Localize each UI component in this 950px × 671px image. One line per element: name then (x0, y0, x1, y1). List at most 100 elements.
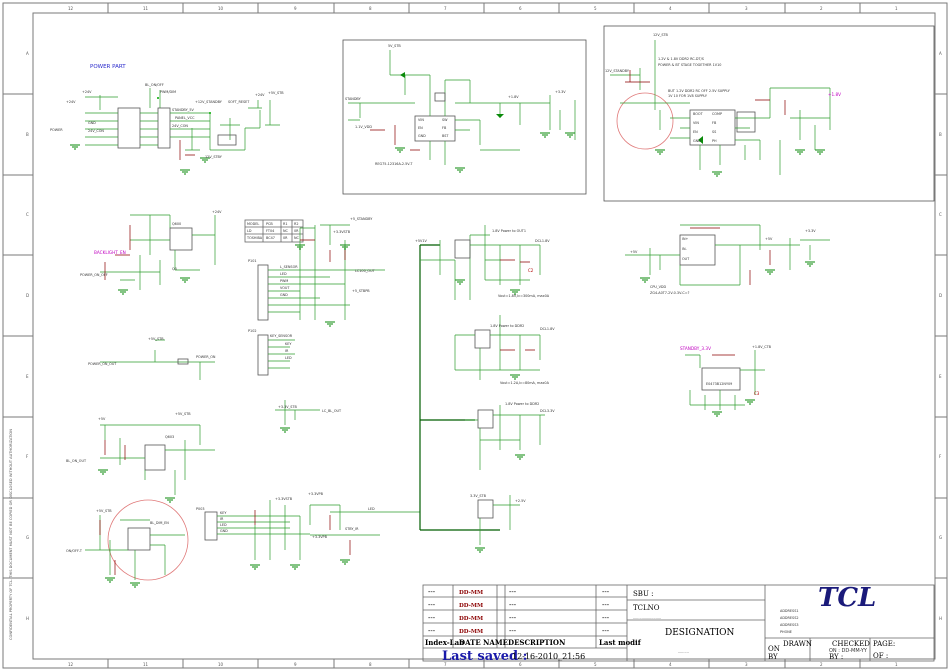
svg-text:+24V: +24V (82, 90, 92, 94)
schematic-sheet: { "sheet": { "power_part_label": "POWER … (0, 0, 950, 671)
svg-text:EN: EN (418, 126, 423, 130)
checked-by: BY : (829, 653, 843, 661)
ruler-label: D (939, 293, 942, 298)
tclno-dots: .......................... (633, 616, 661, 620)
svg-text:FB: FB (442, 126, 447, 130)
drawn-label: DRAWN (783, 640, 812, 648)
svg-text:KEY: KEY (220, 511, 227, 515)
title-block-fields: SBU : TCLNO .......................... D… (633, 583, 895, 661)
ruler-label: 4 (669, 662, 672, 667)
svg-text:GND: GND (693, 139, 701, 143)
regulator-labels: 5V_STB STANDBY VIN SW EN FB GND BST +1.8V +… (345, 44, 566, 166)
svg-text:SW: SW (442, 118, 448, 122)
ir-line: +3.3V_STB LC_BL_OUT (275, 400, 342, 433)
ruler-label: 12 (68, 6, 74, 11)
side-note: CONFIDENTIAL PROPERTY OF TCL. THIS DOCUM… (9, 429, 13, 640)
svg-text:COMP: COMP (712, 112, 722, 116)
rev-date: DD-MM (459, 616, 483, 622)
opamp-circuit: +5V +3.3V +5V CPU_VDD ZG4-A0T7-2V-0.3V-C… (625, 224, 830, 295)
ruler-label: E (26, 374, 29, 379)
ruler-label: 4 (669, 6, 672, 11)
svg-text:R2: R2 (294, 222, 299, 226)
header-mod: Last modif (599, 638, 642, 647)
svg-text:IN+: IN+ (682, 237, 689, 241)
svg-text:+24V: +24V (212, 210, 222, 214)
svg-text:POWER_ON: POWER_ON (196, 355, 216, 359)
svg-text:SS: SS (712, 130, 716, 134)
ruler-label: 11 (143, 6, 149, 11)
svg-text:+5V: +5V (98, 417, 106, 421)
svg-text:1V 10 FOR 1V8 SUPPLY: 1V 10 FOR 1V8 SUPPLY (668, 94, 708, 98)
svg-text:Q603: Q603 (165, 435, 174, 439)
header-name: NAME (483, 638, 508, 647)
ruler-label: A (26, 51, 29, 56)
svg-text:PWM/DIM: PWM/DIM (160, 90, 176, 94)
svg-text:STBY_IR: STBY_IR (345, 527, 359, 531)
svg-text:0R: 0R (283, 236, 288, 240)
backlight-switch-labels: BACKLIGHT_EN POWER_ON_OFF +24V Q3 Q600 (80, 210, 222, 277)
connector-p003: P003 +3.3VSTB +3.3VPB LED +3.3VPB STBY_I… (196, 492, 420, 570)
rev-index: --- (428, 614, 436, 622)
svg-text:24V_CON: 24V_CON (88, 129, 104, 133)
svg-text:1.1V_VDD: 1.1V_VDD (355, 125, 372, 129)
svg-text:C2: C2 (528, 268, 534, 273)
svg-text:Vout=1.2A,Ic=80mA, max0A: Vout=1.2A,Ic=80mA, max0A (500, 381, 550, 385)
ruler-label: 7 (444, 6, 447, 11)
rev-date: DD-MM (459, 603, 483, 609)
svg-text:PCB: PCB (266, 222, 273, 226)
svg-text:IR: IR (220, 517, 224, 521)
rev-mod: --- (602, 601, 610, 609)
standby-regulator: STANDBY_3.3V +1.8V_CTB E0473B12NY09 C3 (680, 345, 772, 417)
ruler-label: 9 (294, 6, 297, 11)
ldo-1: 1.8V Power to OUT1 DCL1.8V Vout=1.8V,Ic=… (454, 225, 550, 298)
inner-frame (32, 12, 936, 660)
rev-desc: --- (509, 614, 517, 622)
svg-text:EN: EN (693, 130, 698, 134)
drawn-on-label: ON (768, 645, 780, 653)
svg-text:NC: NC (294, 236, 300, 240)
svg-text:P003: P003 (196, 507, 205, 511)
svg-text:1.8V Power to DDR2: 1.8V Power to DDR2 (505, 402, 539, 406)
ldo-2: 1.8V Power to DDR2 DCL1.8V Vout=1.2A,Ic=… (454, 315, 555, 385)
svg-text:LED: LED (220, 523, 227, 527)
power-on-line: POWER_ON_OUT POWER_ON +5V_STB (88, 337, 216, 380)
svg-text:PH: PH (712, 139, 717, 143)
svg-text:REG75-12316A-2.5V-T: REG75-12316A-2.5V-T (375, 162, 413, 166)
svg-text:MODEL: MODEL (247, 222, 259, 226)
page-label: PAGE: (873, 640, 895, 648)
svg-text:Q600: Q600 (172, 222, 181, 226)
svg-text:+3.3V: +3.3V (805, 229, 816, 233)
svg-text:P102: P102 (248, 329, 257, 333)
svg-text:LC_BL_OUT: LC_BL_OUT (322, 409, 342, 413)
svg-text:LD: LD (247, 229, 252, 233)
highlight-circle (616, 92, 674, 150)
regulator-circuit (348, 50, 576, 173)
svg-text:+5_STBPB: +5_STBPB (352, 289, 370, 293)
svg-text:12V_STBY: 12V_STBY (205, 155, 223, 159)
drawn-by-label: BY (768, 653, 778, 661)
reset-circuit: ON/OFF-T +5V_STB BL_DIM_EN (66, 499, 189, 588)
tclno-label: TCLNO (633, 604, 660, 612)
svg-text:BL_DIM_EN: BL_DIM_EN (150, 521, 169, 525)
svg-text:KEY_SENSOR: KEY_SENSOR (270, 334, 293, 338)
svg-text:BOOT: BOOT (693, 112, 704, 116)
svg-text:+5V1V: +5V1V (415, 239, 427, 243)
power-part-label: POWER PART (90, 64, 126, 70)
highlight-circle (107, 499, 189, 581)
svg-text:VIN: VIN (418, 118, 424, 122)
svg-text:IR: IR (285, 349, 289, 353)
dcdc-section-box (603, 25, 935, 202)
svg-text:24V_CON: 24V_CON (172, 124, 188, 128)
svg-text:+3.3V: +3.3V (555, 90, 566, 94)
tcl-logo: TCL (818, 583, 876, 613)
svg-text:FT04: FT04 (266, 229, 274, 233)
ruler-label: 1 (895, 6, 898, 11)
svg-text:VOUT: VOUT (280, 286, 290, 290)
svg-text:POWER_ON_OUT: POWER_ON_OUT (88, 362, 117, 366)
ldo-3: 1.8V Power to DDR2 DCL3.3V (465, 402, 555, 470)
svg-text:BC47: BC47 (266, 236, 275, 240)
ruler-label: 6 (519, 6, 522, 11)
ldo-bus: +5V1V (415, 234, 500, 531)
address-3: ADDRESS3 (780, 623, 799, 627)
svg-text:GND: GND (220, 529, 228, 533)
